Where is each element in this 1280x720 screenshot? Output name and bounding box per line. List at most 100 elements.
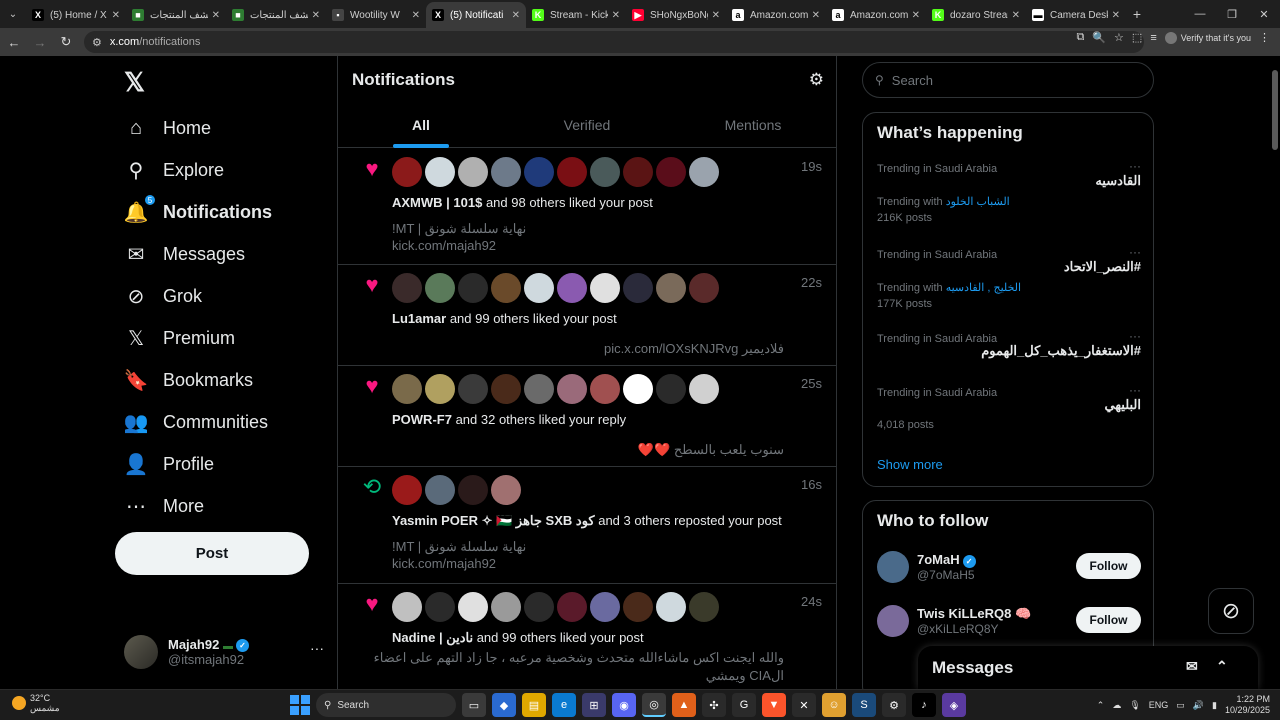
tab-close-icon[interactable]: ✕	[812, 10, 820, 21]
avatar[interactable]	[458, 157, 488, 187]
show-more-link[interactable]: Show more	[877, 457, 943, 472]
avatar[interactable]	[491, 592, 521, 622]
avatar[interactable]	[425, 157, 455, 187]
site-info-icon[interactable]: ⚙	[92, 36, 102, 49]
trend-item[interactable]: Trending in Saudi Arabia ··· القادسيه Trend…	[877, 159, 1141, 224]
nav-item-notifications[interactable]: 🔔 5 Notifications	[124, 192, 272, 232]
avatar[interactable]	[590, 592, 620, 622]
notification-actor[interactable]: Yasmin POER ✧ 🇵🇸 جاهز SXB كود	[392, 513, 595, 528]
avatar[interactable]	[392, 157, 422, 187]
avatar[interactable]	[458, 592, 488, 622]
page-scrollbar[interactable]	[1270, 56, 1280, 689]
avatar[interactable]	[392, 592, 422, 622]
tab-close-icon[interactable]: ✕	[1112, 10, 1120, 21]
avatar[interactable]	[458, 374, 488, 404]
browser-tab[interactable]: Kdozaro Stream ✕	[926, 2, 1026, 28]
avatar[interactable]	[590, 374, 620, 404]
vlc-icon[interactable]: ▲	[672, 693, 696, 717]
avatar[interactable]	[557, 273, 587, 303]
display-icon[interactable]: ▭	[1176, 700, 1185, 711]
follow-suggestion[interactable]: 7oMaH ✓ @7oMaH5 Follow	[877, 547, 1141, 587]
battery-icon[interactable]: ▮	[1212, 700, 1217, 711]
avatar[interactable]	[491, 475, 521, 505]
network-app-icon[interactable]: ☁	[1112, 700, 1121, 711]
tab-close-icon[interactable]: ✕	[1012, 10, 1020, 21]
chrome-icon[interactable]: ◎	[642, 693, 666, 717]
account-more-icon[interactable]: ···	[310, 640, 324, 656]
trend-with-link[interactable]: الخليج , القادسيه	[946, 282, 1021, 294]
follow-button[interactable]: Follow	[1076, 553, 1141, 579]
trend-item[interactable]: Trending in Saudi Arabia ··· #الاستغفار_يذ…	[877, 329, 1141, 358]
new-message-icon[interactable]: ✉	[1186, 658, 1198, 675]
nav-item-premium[interactable]: 𝕏 Premium	[124, 318, 235, 358]
tab-verified[interactable]: Verified	[504, 108, 670, 148]
copilot-icon[interactable]: ◆	[492, 693, 516, 717]
tab-close-icon[interactable]: ✕	[412, 10, 420, 21]
trend-more-icon[interactable]: ···	[1129, 245, 1141, 259]
tab-close-icon[interactable]: ✕	[912, 10, 920, 21]
avatar[interactable]	[491, 157, 521, 187]
avatar[interactable]	[491, 374, 521, 404]
store-icon[interactable]: ⊞	[582, 693, 606, 717]
back-button[interactable]: ←	[2, 30, 26, 54]
tab-mentions[interactable]: Mentions	[670, 108, 836, 148]
forward-button[interactable]: →	[28, 30, 52, 54]
avatar[interactable]	[524, 157, 554, 187]
notification-item[interactable]: ♥ 24s Nadine | نادين and 99 others liked y…	[338, 584, 836, 689]
tab-close-icon[interactable]: ✕	[512, 10, 520, 21]
browser-tab[interactable]: ■ اكتشف المنتجات ✕	[126, 2, 226, 28]
avatar[interactable]	[392, 374, 422, 404]
avatar[interactable]	[623, 273, 653, 303]
avatar[interactable]	[623, 374, 653, 404]
avatar[interactable]	[590, 273, 620, 303]
browser-tab[interactable]: ■ اكتشف المنتجات ✕	[226, 2, 326, 28]
file-explorer-icon[interactable]: ▤	[522, 693, 546, 717]
new-tab-button[interactable]: +	[1126, 6, 1148, 22]
zoom-icon[interactable]: 🔍	[1092, 31, 1106, 44]
messages-drawer[interactable]: Messages ✉ ⌃	[918, 646, 1258, 689]
restore-icon[interactable]: ❐	[1216, 0, 1248, 28]
follow-button[interactable]: Follow	[1076, 607, 1141, 633]
avatar[interactable]	[590, 157, 620, 187]
avatar[interactable]	[689, 592, 719, 622]
notification-item[interactable]: ⟲ 16s Yasmin POER ✧ 🇵🇸 جاهز SXB كود and 3 …	[338, 467, 836, 584]
browser-tab[interactable]: ▶ SHoNgxBoNg ✕	[626, 2, 726, 28]
nav-item-communities[interactable]: 👥 Communities	[124, 402, 268, 442]
browser-tab[interactable]: X (5) Home / X ✕	[26, 2, 126, 28]
tab-all[interactable]: All	[338, 108, 504, 148]
avatar[interactable]	[524, 592, 554, 622]
ghub-icon[interactable]: G	[732, 693, 756, 717]
tab-search-button[interactable]: ⌄	[0, 0, 26, 28]
avatar[interactable]	[557, 374, 587, 404]
taskbar-search[interactable]: ⚲ Search	[316, 693, 456, 717]
steam-icon[interactable]: S	[852, 693, 876, 717]
avatar[interactable]	[491, 273, 521, 303]
post-button[interactable]: Post	[115, 532, 309, 575]
clock[interactable]: 1:22 PM 10/29/2025	[1225, 694, 1270, 716]
avatar[interactable]	[689, 374, 719, 404]
avatar[interactable]	[656, 592, 686, 622]
trend-with-link[interactable]: الشباب الخلود	[946, 196, 1010, 208]
notification-item[interactable]: ♥ 25s POWR-F7 and 32 others liked your rep…	[338, 366, 836, 467]
account-switcher[interactable]: Majah92 ▬ ✓ @itsmajah92 ···	[124, 634, 324, 670]
browser-tab[interactable]: a Amazon.com ✕	[826, 2, 926, 28]
avatar[interactable]	[425, 273, 455, 303]
tab-close-icon[interactable]: ✕	[312, 10, 320, 21]
trend-more-icon[interactable]: ···	[1129, 329, 1141, 343]
avatar[interactable]	[524, 273, 554, 303]
xbox-icon[interactable]: ✕	[792, 693, 816, 717]
tray-overflow-icon[interactable]: ⌃	[1097, 700, 1105, 711]
search-input[interactable]: ⚲ Search	[862, 62, 1154, 98]
settings-gear-icon[interactable]: ⚙	[809, 70, 824, 90]
reload-button[interactable]: ↻	[54, 30, 78, 54]
mic-icon[interactable]: 🎙	[1129, 700, 1140, 711]
trend-item[interactable]: Trending in Saudi Arabia ··· البليهي 4,018 …	[877, 383, 1141, 431]
edge-icon[interactable]: e	[552, 693, 576, 717]
avatar[interactable]	[656, 374, 686, 404]
avatar[interactable]	[524, 374, 554, 404]
nav-item-grok[interactable]: ⊘ Grok	[124, 276, 202, 316]
close-icon[interactable]: ✕	[1248, 0, 1280, 28]
volume-icon[interactable]: 🔊	[1193, 700, 1204, 711]
app-purple-icon[interactable]: ◈	[942, 693, 966, 717]
trend-more-icon[interactable]: ···	[1129, 159, 1141, 173]
